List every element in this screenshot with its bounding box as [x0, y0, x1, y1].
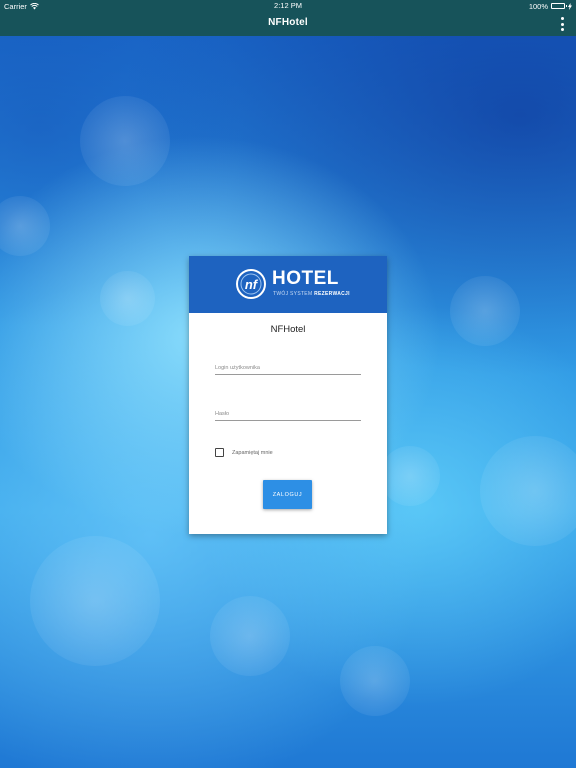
card-header: nf HOTEL TWÓJ SYSTEM REZERWACJI: [189, 256, 387, 313]
more-dot: [560, 17, 564, 20]
more-vertical-icon[interactable]: [558, 16, 566, 32]
password-field-wrapper: [215, 402, 361, 423]
logo-tagline-prefix: TWÓJ SYSTEM: [273, 291, 313, 297]
status-time: 2:12 PM: [274, 1, 302, 10]
bokeh-light: [100, 271, 155, 326]
nav-title: NFHotel: [268, 17, 308, 28]
nav-bar: NFHotel: [0, 12, 576, 36]
bokeh-light: [210, 596, 290, 676]
more-dot: [560, 22, 564, 26]
login-card: nf HOTEL TWÓJ SYSTEM REZERWACJI NFHotel …: [189, 256, 387, 534]
bokeh-light: [380, 446, 440, 506]
bokeh-light: [450, 276, 520, 346]
username-field-wrapper: [215, 356, 361, 377]
logo-tagline: TWÓJ SYSTEM REZERWACJI: [273, 291, 350, 297]
bokeh-light: [0, 196, 50, 256]
remember-me-label: Zapamiętaj mnie: [232, 449, 273, 456]
username-input[interactable]: [215, 359, 361, 377]
password-input[interactable]: [215, 405, 361, 423]
bokeh-light: [340, 646, 410, 716]
remember-me-checkbox[interactable]: [215, 448, 224, 457]
bokeh-light: [80, 96, 170, 186]
login-button[interactable]: ZALOGUJ: [263, 480, 312, 509]
status-bar: Carrier 2:12 PM 100%: [0, 0, 576, 12]
nf-logo-icon: nf: [236, 269, 266, 299]
logo-mark: nf: [245, 277, 259, 292]
remember-me-row[interactable]: Zapamiętaj mnie: [215, 448, 273, 457]
bokeh-light: [30, 536, 160, 666]
bokeh-light: [480, 436, 576, 546]
battery-icon: [551, 3, 567, 9]
logo-tagline-bold: REZERWACJI: [314, 291, 350, 297]
logo-brand: HOTEL: [272, 268, 339, 289]
more-dot: [560, 28, 564, 31]
login-title: NFHotel: [270, 324, 306, 335]
